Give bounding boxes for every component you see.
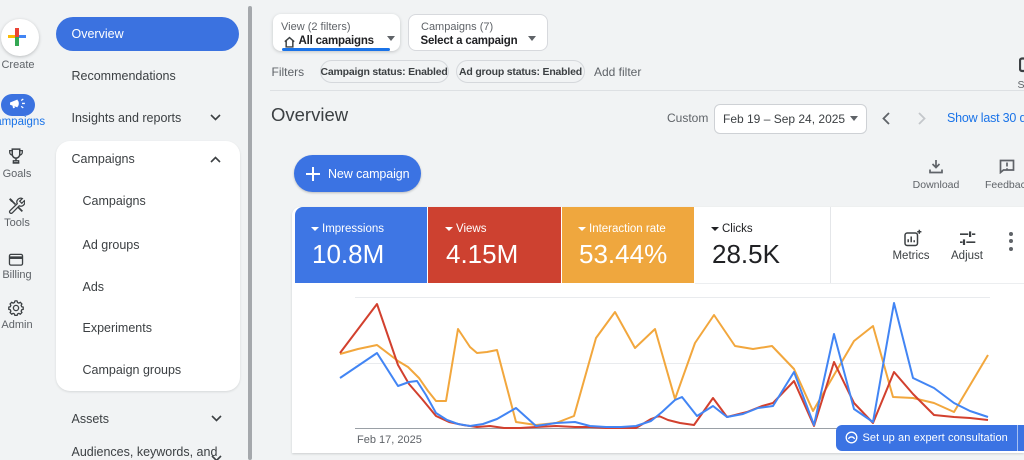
svg-text:Feb 17, 2025: Feb 17, 2025 (357, 434, 422, 446)
